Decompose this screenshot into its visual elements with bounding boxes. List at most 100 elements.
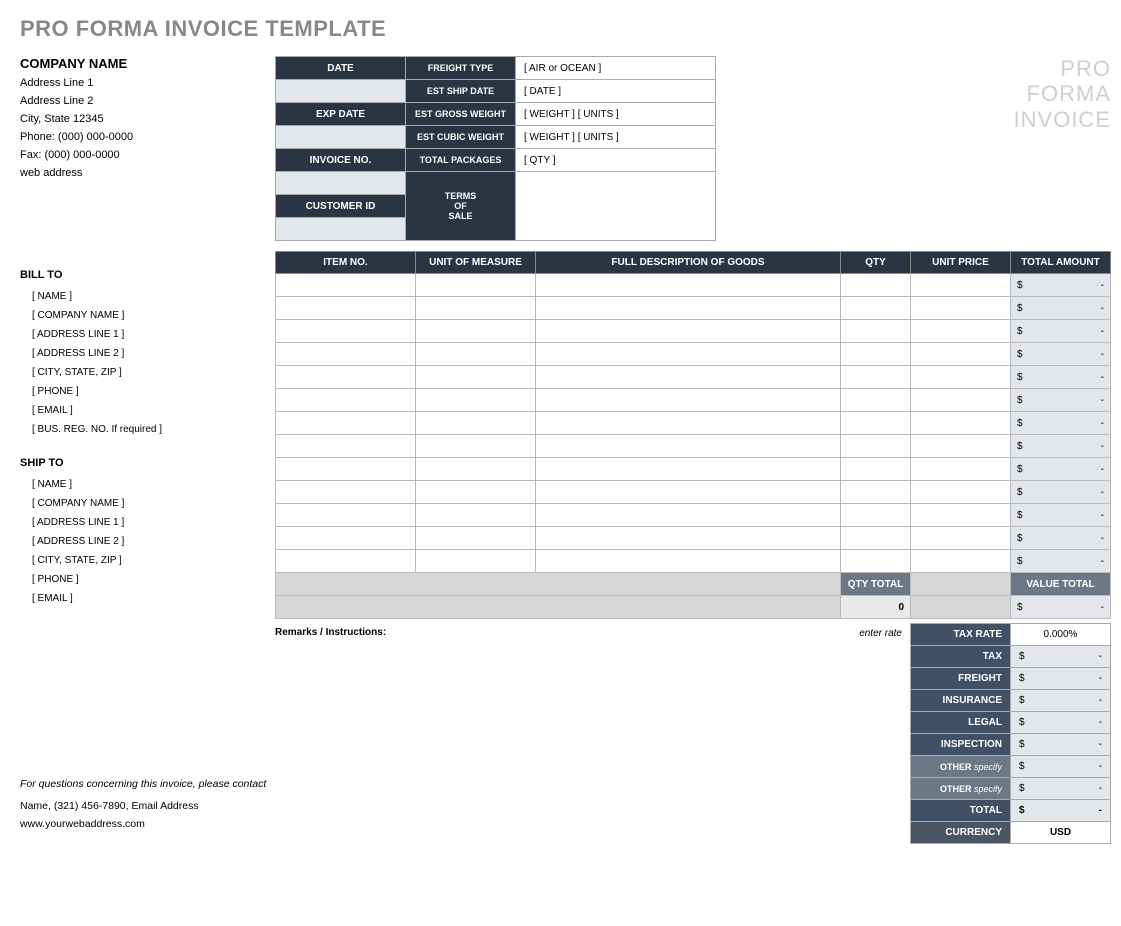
ship-to-title: SHIP TO xyxy=(20,457,275,469)
item-cell[interactable] xyxy=(276,389,416,412)
item-cell[interactable] xyxy=(536,458,841,481)
item-cell[interactable] xyxy=(416,366,536,389)
item-cell[interactable] xyxy=(911,527,1011,550)
item-cell[interactable] xyxy=(276,366,416,389)
item-cell[interactable] xyxy=(416,343,536,366)
item-cell[interactable] xyxy=(536,527,841,550)
item-cell[interactable] xyxy=(536,343,841,366)
item-cell[interactable] xyxy=(536,366,841,389)
item-cell[interactable] xyxy=(841,343,911,366)
item-cell: $- xyxy=(1011,320,1111,343)
item-cell[interactable] xyxy=(911,435,1011,458)
insurance-value[interactable]: $- xyxy=(1011,690,1111,712)
exp-date-value[interactable] xyxy=(276,126,406,149)
item-cell[interactable] xyxy=(536,274,841,297)
shipto-row[interactable]: [ NAME ] xyxy=(20,475,275,494)
legal-value[interactable]: $- xyxy=(1011,712,1111,734)
date-value[interactable] xyxy=(276,80,406,103)
item-cell[interactable] xyxy=(416,504,536,527)
item-cell[interactable] xyxy=(841,458,911,481)
shipto-row[interactable]: [ ADDRESS LINE 2 ] xyxy=(20,532,275,551)
item-cell[interactable] xyxy=(911,481,1011,504)
item-cell[interactable] xyxy=(416,435,536,458)
item-cell[interactable] xyxy=(841,366,911,389)
item-cell[interactable] xyxy=(911,297,1011,320)
tax-rate-value[interactable]: 0.000% xyxy=(1011,624,1111,646)
item-cell[interactable] xyxy=(276,320,416,343)
item-cell[interactable] xyxy=(841,297,911,320)
item-cell[interactable] xyxy=(276,297,416,320)
item-cell[interactable] xyxy=(416,389,536,412)
item-cell[interactable] xyxy=(276,458,416,481)
item-cell[interactable] xyxy=(911,320,1011,343)
item-cell[interactable] xyxy=(276,504,416,527)
item-cell[interactable] xyxy=(841,274,911,297)
item-cell[interactable] xyxy=(536,389,841,412)
item-cell[interactable] xyxy=(911,550,1011,573)
total-packages-value[interactable]: [ QTY ] xyxy=(516,149,716,172)
billto-row[interactable]: [ NAME ] xyxy=(20,287,275,306)
item-cell[interactable] xyxy=(841,527,911,550)
item-cell[interactable] xyxy=(841,481,911,504)
billto-row[interactable]: [ EMAIL ] xyxy=(20,401,275,420)
billto-row[interactable]: [ ADDRESS LINE 2 ] xyxy=(20,344,275,363)
item-cell[interactable] xyxy=(536,550,841,573)
billto-row[interactable]: [ BUS. REG. NO. If required ] xyxy=(20,420,275,439)
item-cell[interactable] xyxy=(536,435,841,458)
item-cell[interactable] xyxy=(536,412,841,435)
item-cell[interactable] xyxy=(276,435,416,458)
item-cell[interactable] xyxy=(911,504,1011,527)
item-cell[interactable] xyxy=(536,504,841,527)
item-cell[interactable] xyxy=(841,550,911,573)
item-cell[interactable] xyxy=(911,343,1011,366)
customer-id-value[interactable] xyxy=(276,218,406,241)
item-cell[interactable] xyxy=(911,366,1011,389)
est-gross-weight-value[interactable]: [ WEIGHT ] [ UNITS ] xyxy=(516,103,716,126)
item-cell[interactable] xyxy=(536,481,841,504)
item-cell[interactable] xyxy=(841,435,911,458)
item-cell[interactable] xyxy=(911,274,1011,297)
item-cell[interactable] xyxy=(276,527,416,550)
item-cell[interactable] xyxy=(841,389,911,412)
billto-row[interactable]: [ CITY, STATE, ZIP ] xyxy=(20,363,275,382)
item-cell[interactable] xyxy=(276,550,416,573)
freight-value[interactable]: $- xyxy=(1011,668,1111,690)
item-cell[interactable] xyxy=(841,504,911,527)
inspection-value[interactable]: $- xyxy=(1011,734,1111,756)
terms-of-sale-value[interactable] xyxy=(516,172,716,241)
item-cell[interactable] xyxy=(911,458,1011,481)
item-cell[interactable] xyxy=(276,412,416,435)
freight-type-value[interactable]: [ AIR or OCEAN ] xyxy=(516,57,716,80)
item-cell[interactable] xyxy=(841,320,911,343)
est-ship-date-value[interactable]: [ DATE ] xyxy=(516,80,716,103)
item-cell[interactable] xyxy=(536,297,841,320)
item-cell[interactable] xyxy=(911,389,1011,412)
other1-value[interactable]: $- xyxy=(1011,756,1111,778)
item-cell[interactable] xyxy=(416,297,536,320)
shipto-row[interactable]: [ PHONE ] xyxy=(20,570,275,589)
item-cell[interactable] xyxy=(416,527,536,550)
billto-row[interactable]: [ ADDRESS LINE 1 ] xyxy=(20,325,275,344)
item-cell[interactable] xyxy=(911,412,1011,435)
shipto-row[interactable]: [ ADDRESS LINE 1 ] xyxy=(20,513,275,532)
shipto-row[interactable]: [ EMAIL ] xyxy=(20,589,275,608)
item-cell[interactable] xyxy=(536,320,841,343)
item-cell[interactable] xyxy=(416,274,536,297)
est-cubic-weight-value[interactable]: [ WEIGHT ] [ UNITS ] xyxy=(516,126,716,149)
currency-value[interactable]: USD xyxy=(1011,822,1111,844)
item-cell[interactable] xyxy=(276,481,416,504)
shipto-row[interactable]: [ COMPANY NAME ] xyxy=(20,494,275,513)
billto-row[interactable]: [ PHONE ] xyxy=(20,382,275,401)
shipto-row[interactable]: [ CITY, STATE, ZIP ] xyxy=(20,551,275,570)
item-cell[interactable] xyxy=(416,412,536,435)
other2-value[interactable]: $- xyxy=(1011,778,1111,800)
item-cell[interactable] xyxy=(416,458,536,481)
item-cell[interactable] xyxy=(416,320,536,343)
item-cell[interactable] xyxy=(416,550,536,573)
billto-row[interactable]: [ COMPANY NAME ] xyxy=(20,306,275,325)
item-cell[interactable] xyxy=(416,481,536,504)
item-cell[interactable] xyxy=(841,412,911,435)
item-cell[interactable] xyxy=(276,343,416,366)
item-cell[interactable] xyxy=(276,274,416,297)
invoice-no-value[interactable] xyxy=(276,172,406,195)
